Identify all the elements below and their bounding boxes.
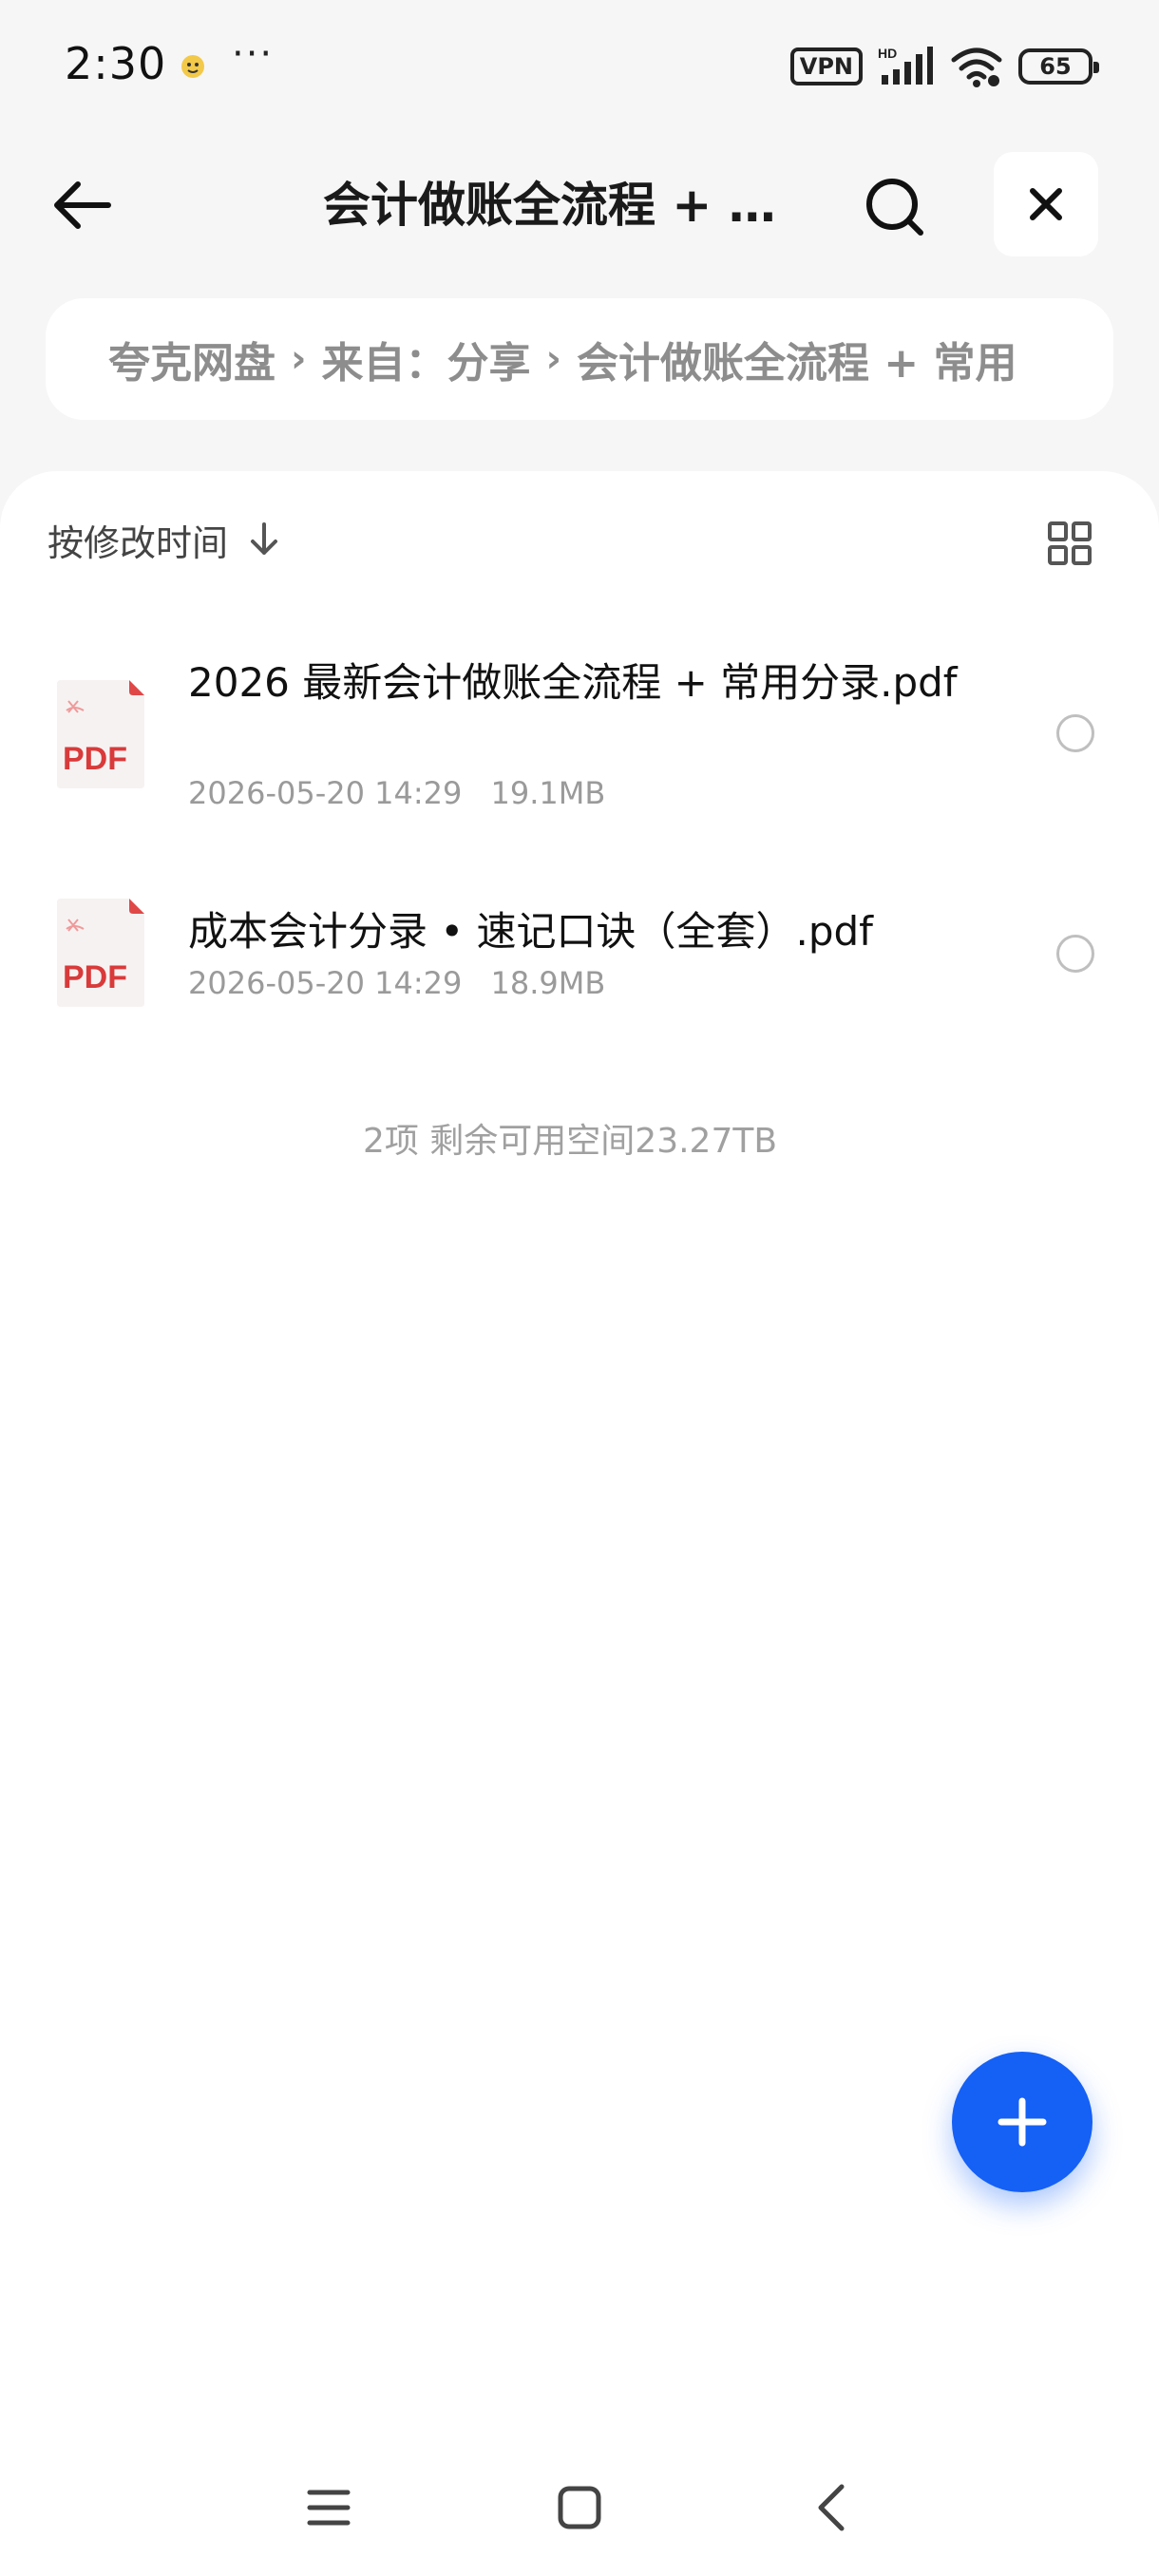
breadcrumb-separator: › xyxy=(291,337,307,381)
pdf-file-icon: PDF xyxy=(57,680,144,788)
wifi-icon xyxy=(951,47,1002,87)
pdf-label: PDF xyxy=(63,959,127,995)
close-button[interactable] xyxy=(994,152,1098,256)
add-button[interactable] xyxy=(952,2052,1092,2192)
signal-hd-icon: HD xyxy=(878,46,933,85)
file-list-item[interactable]: PDF 2026 最新会计做账全流程 + 常用分录.pdf 2026-05-20… xyxy=(0,633,1159,832)
file-size: 19.1MB xyxy=(490,775,606,811)
plus-icon xyxy=(998,2097,1047,2147)
status-time: 2:30 xyxy=(65,38,167,89)
file-date: 2026-05-20 14:29 xyxy=(188,775,463,811)
storage-summary: 2项 剩余可用空间23.27TB xyxy=(362,1122,778,1161)
home-nav-button[interactable] xyxy=(542,2470,618,2546)
pdf-file-icon: PDF xyxy=(57,899,144,1007)
battery-icon: 65 xyxy=(1018,48,1099,85)
search-button[interactable] xyxy=(859,171,931,243)
menu-icon xyxy=(307,2490,351,2526)
chevron-left-icon xyxy=(818,2484,845,2531)
status-more-icon: ··· xyxy=(232,32,275,76)
breadcrumb-item-root[interactable]: 夸克网盘 xyxy=(108,329,276,389)
breadcrumb-item-share[interactable]: 来自：分享 xyxy=(321,329,530,389)
close-icon xyxy=(1030,188,1062,220)
file-name: 成本会计分录 • 速记口诀（全套）.pdf xyxy=(188,908,873,955)
status-bar: 2:30 ··· VPN HD 65 xyxy=(0,0,1159,133)
header: 会计做账全流程 + … xyxy=(0,152,1159,256)
breadcrumb-separator: › xyxy=(545,337,561,381)
arrow-down-icon xyxy=(251,522,278,555)
vpn-badge: VPN xyxy=(789,47,863,85)
file-size: 18.9MB xyxy=(490,965,606,1001)
file-date: 2026-05-20 14:29 xyxy=(188,965,463,1001)
status-right-group: VPN HD 65 xyxy=(789,42,1099,91)
arrow-left-icon xyxy=(54,181,111,229)
back-nav-button[interactable] xyxy=(792,2470,868,2546)
sort-button[interactable]: 按修改时间 xyxy=(48,519,281,564)
breadcrumb: 夸克网盘 › 来自：分享 › 会计做账全流程 + 常用 xyxy=(46,298,1113,420)
home-square-icon xyxy=(558,2486,601,2529)
back-button[interactable] xyxy=(48,171,116,239)
pdf-label: PDF xyxy=(63,741,127,777)
breadcrumb-item-current[interactable]: 会计做账全流程 + 常用 xyxy=(577,329,1017,389)
file-list-item[interactable]: PDF 成本会计分录 • 速记口诀（全套）.pdf 2026-05-20 14:… xyxy=(0,861,1159,1022)
notification-app-icon xyxy=(179,49,207,82)
file-list-sheet: 按修改时间 PDF 2026 最新会计做账全流程 + 常用分录.pdf 2026… xyxy=(0,471,1159,2576)
select-checkbox[interactable] xyxy=(1056,714,1094,752)
grid-view-button[interactable] xyxy=(1047,521,1092,566)
menu-nav-button[interactable] xyxy=(291,2470,367,2546)
svg-text:HD: HD xyxy=(878,46,897,61)
system-nav-bar xyxy=(0,2470,1159,2546)
page: 2:30 ··· VPN HD 65 会计做账全流程 + … 夸克网盘 › 来自… xyxy=(0,0,1159,2576)
select-checkbox[interactable] xyxy=(1056,935,1094,973)
file-meta: 2026-05-20 14:29 19.1MB xyxy=(188,775,605,811)
search-icon xyxy=(866,179,923,236)
file-name: 2026 最新会计做账全流程 + 常用分录.pdf xyxy=(188,659,958,706)
page-title: 会计做账全流程 + … xyxy=(323,178,776,233)
sort-label: 按修改时间 xyxy=(48,521,229,564)
file-meta: 2026-05-20 14:29 18.9MB xyxy=(188,965,605,1001)
grid-view-icon xyxy=(1048,521,1092,565)
